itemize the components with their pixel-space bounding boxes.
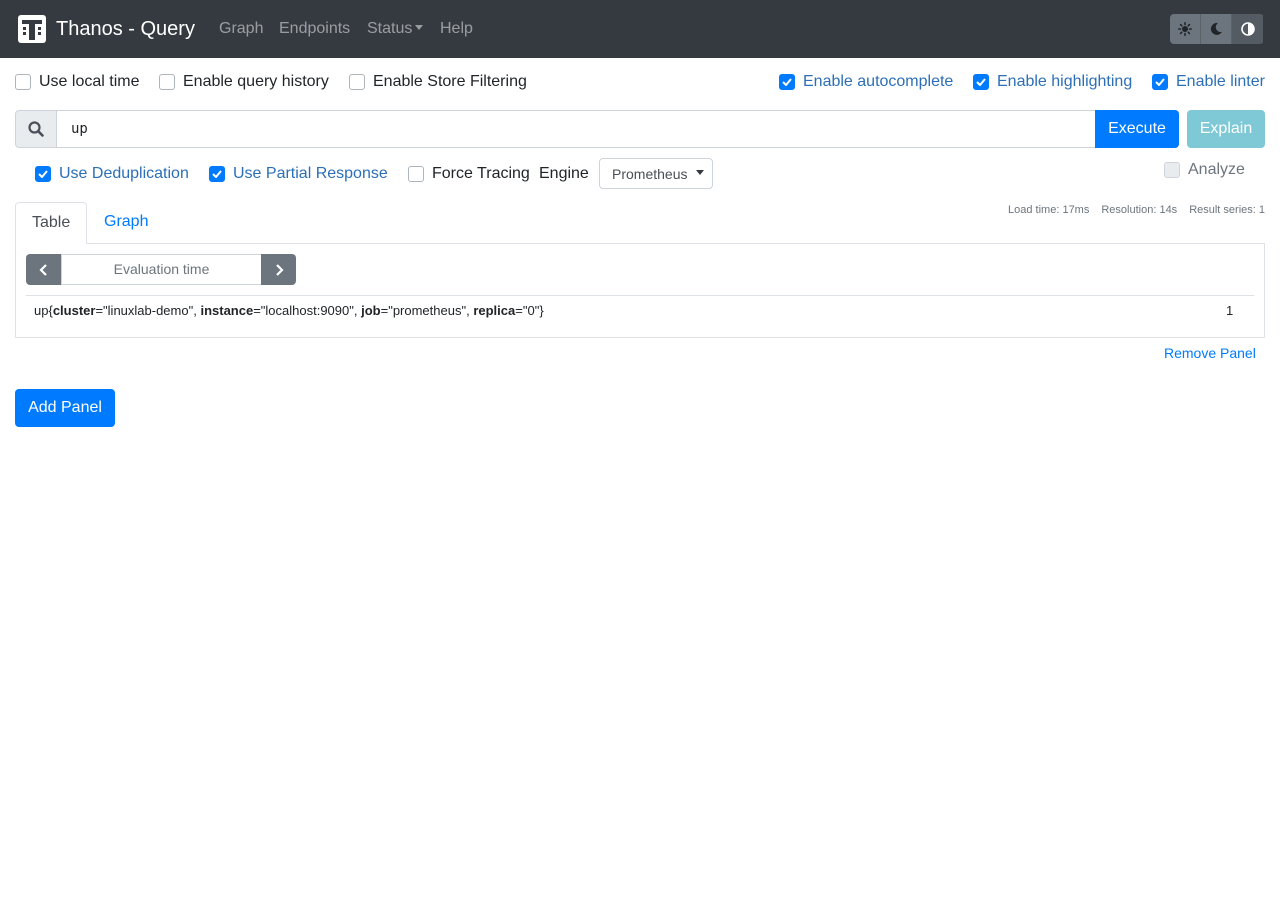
highlighting-checkbox[interactable]: Enable highlighting xyxy=(973,72,1132,92)
label-name: replica xyxy=(473,303,516,318)
dark-theme-button[interactable] xyxy=(1201,14,1232,44)
browser-theme-button[interactable] xyxy=(1232,14,1263,44)
deduplication-label: Use Deduplication xyxy=(59,165,189,182)
eval-time-next-button[interactable] xyxy=(261,254,296,285)
partial-response-checkbox[interactable]: Use Partial Response xyxy=(209,164,388,184)
store-filtering-label: Enable Store Filtering xyxy=(373,73,527,90)
nav-status-label: Status xyxy=(367,20,413,37)
result-series: Result series: 1 xyxy=(1189,204,1265,216)
checkbox-box[interactable] xyxy=(349,74,365,90)
tab-table[interactable]: Table xyxy=(15,202,87,244)
query-stats: Load time: 17ms Resolution: 14s Result s… xyxy=(1008,204,1265,216)
check-icon xyxy=(212,170,222,178)
analyze-checkbox[interactable]: Analyze xyxy=(1164,160,1245,180)
use-local-time-checkbox[interactable]: Use local time xyxy=(15,72,139,92)
query-history-checkbox[interactable]: Enable query history xyxy=(159,72,329,92)
autocomplete-label: Enable autocomplete xyxy=(803,73,954,90)
eval-time-input[interactable]: Evaluation time xyxy=(61,254,262,285)
search-icon xyxy=(28,121,44,137)
chevron-down-icon xyxy=(415,25,424,31)
light-theme-button[interactable] xyxy=(1170,14,1201,44)
analyze-label: Analyze xyxy=(1188,161,1245,178)
brand-title[interactable]: Thanos - Query xyxy=(56,17,195,41)
label-name: instance xyxy=(200,303,254,318)
label-value: "0" xyxy=(522,303,540,318)
label-value: "linuxlab-demo" xyxy=(103,303,194,318)
check-icon xyxy=(976,78,986,86)
load-time: Load time: 17ms xyxy=(1008,204,1090,216)
nav-help[interactable]: Help xyxy=(440,19,473,39)
adjust-icon xyxy=(1240,22,1255,36)
check-icon xyxy=(782,78,792,86)
remove-panel-link[interactable]: Remove Panel xyxy=(1164,345,1256,361)
checkbox-box[interactable] xyxy=(973,74,989,90)
checkbox-box[interactable] xyxy=(15,74,31,90)
tab-graph[interactable]: Graph xyxy=(88,202,164,244)
metric-name: up xyxy=(34,303,49,318)
nav-graph[interactable]: Graph xyxy=(219,19,263,39)
check-icon xyxy=(38,170,48,178)
store-filtering-checkbox[interactable]: Enable Store Filtering xyxy=(349,72,527,92)
add-panel-button[interactable]: Add Panel xyxy=(15,389,115,427)
chevron-right-icon xyxy=(275,263,284,276)
navbar: Thanos - Query Graph Endpoints Status He… xyxy=(0,0,1280,58)
query-expression-input[interactable]: up xyxy=(56,110,1096,148)
sun-icon xyxy=(1178,22,1192,36)
theme-toggle-group xyxy=(1170,14,1264,44)
linter-label: Enable linter xyxy=(1176,73,1265,90)
checkbox-box[interactable] xyxy=(779,74,795,90)
checkbox-box[interactable] xyxy=(209,166,225,182)
use-local-time-label: Use local time xyxy=(39,73,140,90)
engine-select-value: Prometheus xyxy=(612,165,688,182)
checkbox-box[interactable] xyxy=(1152,74,1168,90)
engine-select[interactable]: Prometheus xyxy=(599,158,713,189)
chevron-left-icon xyxy=(39,263,47,276)
checkbox-box[interactable] xyxy=(408,166,424,182)
moon-icon xyxy=(1210,22,1222,35)
label-value: "prometheus" xyxy=(388,303,467,318)
execute-button[interactable]: Execute xyxy=(1095,110,1179,148)
table-row: up{cluster="linuxlab-demo", instance="lo… xyxy=(34,303,544,318)
resolution: Resolution: 14s xyxy=(1101,204,1178,216)
eval-time-prev-button[interactable] xyxy=(26,254,62,285)
checkbox-box[interactable] xyxy=(159,74,175,90)
table-divider xyxy=(26,295,1254,296)
search-prepend xyxy=(15,110,57,148)
checkbox-box[interactable] xyxy=(35,166,51,182)
label-name: cluster xyxy=(52,303,96,318)
query-history-label: Enable query history xyxy=(183,73,329,90)
nav-endpoints[interactable]: Endpoints xyxy=(279,19,350,39)
label-name: job xyxy=(361,303,381,318)
deduplication-checkbox[interactable]: Use Deduplication xyxy=(35,164,189,184)
linter-checkbox[interactable]: Enable linter xyxy=(1152,72,1265,92)
checkbox-box[interactable] xyxy=(1164,162,1180,178)
partial-response-label: Use Partial Response xyxy=(233,165,388,182)
highlighting-label: Enable highlighting xyxy=(997,73,1133,90)
nav-status[interactable]: Status xyxy=(367,19,424,39)
series-value: 1 xyxy=(1226,303,1234,318)
explain-button[interactable]: Explain xyxy=(1187,110,1265,148)
force-tracing-checkbox[interactable]: Force Tracing xyxy=(408,164,530,184)
engine-label: Engine xyxy=(539,165,589,182)
thanos-logo-icon[interactable] xyxy=(18,15,46,43)
autocomplete-checkbox[interactable]: Enable autocomplete xyxy=(779,72,953,92)
check-icon xyxy=(1155,78,1165,86)
label-value: "localhost:9090" xyxy=(260,303,354,318)
force-tracing-label: Force Tracing xyxy=(432,165,530,182)
chevron-down-icon xyxy=(696,170,704,175)
